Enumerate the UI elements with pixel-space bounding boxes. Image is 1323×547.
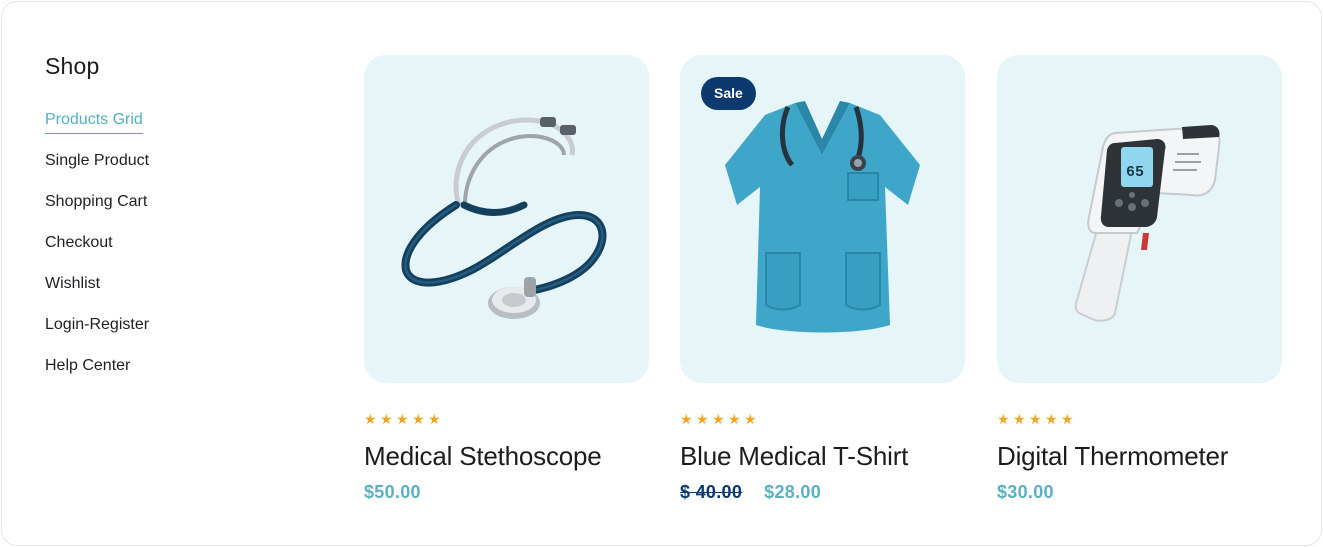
product-name[interactable]: Blue Medical T-Shirt	[680, 440, 965, 472]
product-name[interactable]: Medical Stethoscope	[364, 440, 649, 472]
product-card-thermometer: 65 ★ ★ ★ ★ ★ Digital Thermometer $30.00	[997, 55, 1282, 503]
sidebar-link-checkout[interactable]: Checkout	[45, 232, 113, 256]
shop-panel: Shop Products Grid Single Product Shoppi…	[1, 1, 1322, 546]
star-icon: ★	[1061, 411, 1074, 427]
sidebar-item-wishlist: Wishlist	[45, 273, 285, 314]
product-price: $30.00	[997, 481, 1054, 502]
price-row: $50.00	[364, 481, 649, 503]
sidebar-link-shopping-cart[interactable]: Shopping Cart	[45, 191, 147, 215]
sidebar-item-checkout: Checkout	[45, 232, 285, 273]
star-icon: ★	[997, 411, 1010, 427]
product-image-tshirt[interactable]: Sale	[680, 55, 965, 383]
sidebar-link-wishlist[interactable]: Wishlist	[45, 273, 100, 297]
star-icon: ★	[428, 411, 441, 427]
product-card-stethoscope: ★ ★ ★ ★ ★ Medical Stethoscope $50.00	[364, 55, 649, 503]
sidebar-link-single-product[interactable]: Single Product	[45, 150, 149, 174]
svg-text:65: 65	[1126, 164, 1144, 181]
product-card-tshirt: Sale ★ ★ ★ ★ ★ Blue Medical T-Shirt $ 40.00 …	[680, 55, 965, 503]
star-icon: ★	[380, 411, 393, 427]
sidebar-title: Shop	[45, 53, 100, 79]
sidebar-item-products-grid: Products Grid	[45, 109, 285, 150]
price-row: $ 40.00 $28.00	[680, 481, 965, 503]
star-icon: ★	[1013, 411, 1026, 427]
star-icon: ★	[1045, 411, 1058, 427]
product-image-thermometer[interactable]: 65	[997, 55, 1282, 383]
star-icon: ★	[744, 411, 757, 427]
product-old-price: $ 40.00	[680, 481, 743, 502]
sidebar-link-login-register[interactable]: Login-Register	[45, 314, 149, 338]
product-name[interactable]: Digital Thermometer	[997, 440, 1282, 472]
sidebar-item-login-register: Login-Register	[45, 314, 285, 355]
sale-badge: Sale	[701, 77, 756, 110]
star-icon: ★	[680, 411, 693, 427]
product-image-stethoscope[interactable]	[364, 55, 649, 383]
price-row: $30.00	[997, 481, 1282, 503]
thermometer-illustration: 65	[1074, 125, 1221, 322]
star-icon: ★	[696, 411, 709, 427]
sidebar-link-products-grid[interactable]: Products Grid	[45, 109, 143, 134]
star-icon: ★	[396, 411, 409, 427]
sidebar-link-help-center[interactable]: Help Center	[45, 355, 130, 379]
stethoscope-illustration	[401, 117, 607, 319]
product-price: $50.00	[364, 481, 421, 502]
sidebar-item-shopping-cart: Shopping Cart	[45, 191, 285, 232]
star-icon: ★	[364, 411, 377, 427]
sidebar-menu: Products Grid Single Product Shopping Ca…	[45, 109, 285, 396]
star-icon: ★	[712, 411, 725, 427]
shop-sidebar: Shop Products Grid Single Product Shoppi…	[45, 50, 285, 396]
sidebar-item-help-center: Help Center	[45, 355, 285, 396]
sidebar-item-single-product: Single Product	[45, 150, 285, 191]
product-rating: ★ ★ ★ ★ ★	[364, 411, 649, 427]
star-icon: ★	[728, 411, 741, 427]
star-icon: ★	[1029, 411, 1042, 427]
product-rating: ★ ★ ★ ★ ★	[680, 411, 965, 427]
product-price: $28.00	[764, 481, 822, 502]
product-rating: ★ ★ ★ ★ ★	[997, 411, 1282, 427]
star-icon: ★	[412, 411, 425, 427]
